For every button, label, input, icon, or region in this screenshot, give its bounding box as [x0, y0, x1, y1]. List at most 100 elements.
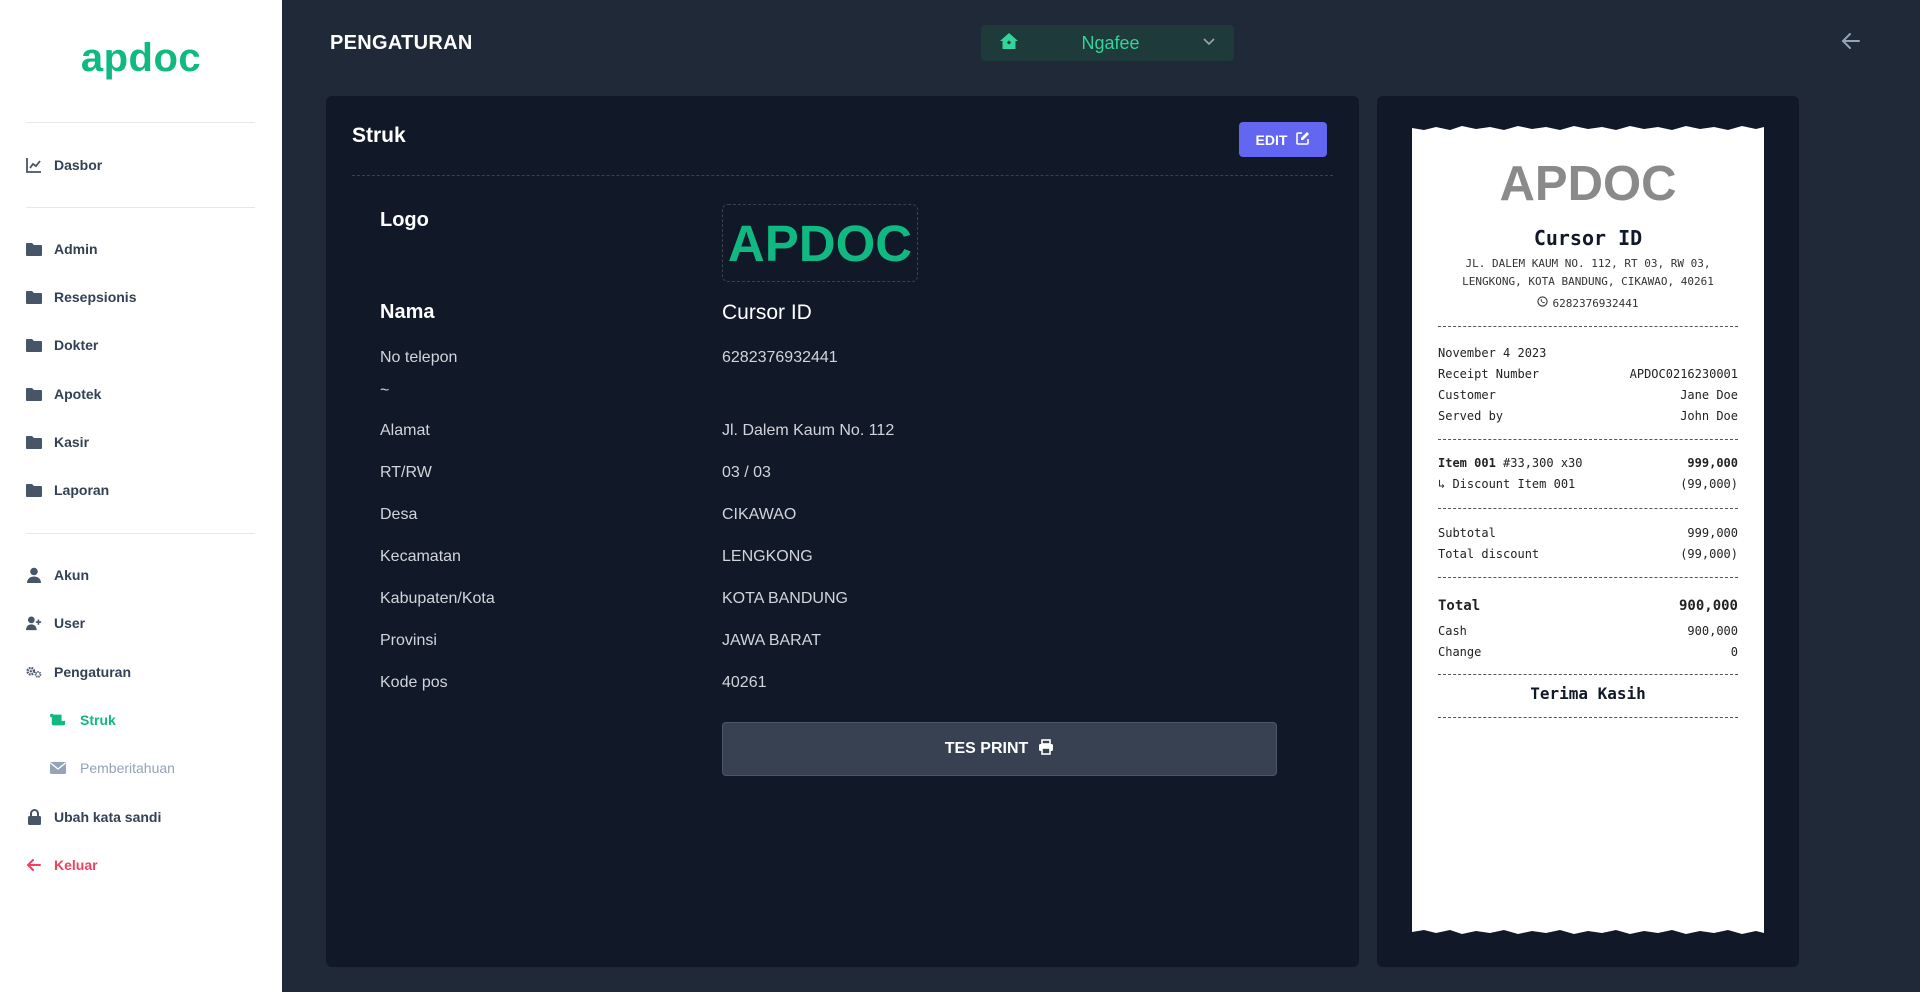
receipt-divider: [1438, 577, 1738, 578]
receipt-value: 900,000: [1678, 598, 1738, 614]
receipt-label: Change: [1438, 645, 1482, 659]
field-label: RT/RW: [380, 464, 432, 481]
receipt-divider: [1438, 439, 1738, 440]
receipt-value: 900,000: [1687, 624, 1738, 638]
receipt-label: Subtotal: [1438, 526, 1496, 540]
receipt-item-amount: 999,000: [1687, 456, 1738, 470]
sidebar: apdoc Dasbor Admin Resepsionis Dokter Ap…: [0, 0, 282, 992]
receipt-label: Served by: [1438, 409, 1504, 423]
field-value: LENGKONG: [722, 548, 813, 565]
receipt-value: John Doe: [1680, 409, 1738, 423]
sidebar-item-admin[interactable]: Admin: [26, 237, 98, 261]
receipt-preview: APDOC Cursor ID JL. DALEM KAUM NO. 112, …: [1412, 126, 1764, 934]
receipt-item-detail: #33,300 x30: [1503, 456, 1583, 470]
field-value: 40261: [722, 674, 767, 691]
sidebar-item-laporan[interactable]: Laporan: [26, 478, 109, 502]
sidebar-item-user[interactable]: User: [26, 611, 85, 635]
whatsapp-icon: [1537, 296, 1549, 310]
field-value: JAWA BARAT: [722, 632, 821, 649]
logo-preview: APDOC: [722, 204, 918, 282]
sidebar-item-label: Pemberitahuan: [80, 760, 175, 776]
receipt-item: Item 001 #33,300 x30: [1438, 456, 1583, 470]
receipt-subtotal-row: Subtotal 999,000: [1438, 526, 1738, 540]
card-divider: [352, 175, 1333, 176]
receipt-value: (99,000): [1680, 477, 1738, 491]
receipt-value: Jane Doe: [1680, 388, 1738, 402]
receipt-value: 0: [1730, 645, 1738, 659]
sidebar-item-label: Kasir: [54, 434, 90, 450]
sidebar-item-label: Ubah kata sandi: [54, 809, 162, 825]
receipt-value: (99,000): [1680, 547, 1738, 561]
envelope-icon: [50, 760, 66, 776]
sidebar-item-struk[interactable]: Struk: [50, 708, 116, 732]
sidebar-item-keluar[interactable]: Keluar: [26, 853, 98, 877]
field-label: Provinsi: [380, 632, 437, 649]
clinic-select[interactable]: Ngafee: [981, 25, 1234, 61]
sidebar-item-pemberitahuan[interactable]: Pemberitahuan: [50, 756, 175, 780]
sidebar-item-label: Laporan: [54, 482, 110, 498]
sidebar-item-dokter[interactable]: Dokter: [26, 333, 98, 357]
arrow-left-icon: [26, 857, 42, 873]
receipt-phone-number: 6282376932441: [1552, 296, 1639, 310]
sidebar-item-label: Keluar: [54, 857, 98, 873]
gears-icon: [26, 664, 42, 680]
sidebar-item-label: Akun: [54, 567, 89, 583]
user-plus-icon: [26, 615, 42, 631]
sidebar-divider: [26, 122, 255, 123]
sidebar-item-label: Struk: [80, 712, 116, 728]
edit-button[interactable]: EDIT: [1239, 122, 1327, 157]
sidebar-item-pengaturan[interactable]: Pengaturan: [26, 660, 131, 684]
receipt-torn-edge: [1412, 126, 1764, 134]
field-label: Alamat: [380, 422, 430, 439]
edit-label: EDIT: [1255, 131, 1288, 148]
receipt-torn-edge: [1412, 926, 1764, 934]
sidebar-item-resepsionis[interactable]: Resepsionis: [26, 285, 136, 309]
field-value: Jl. Dalem Kaum No. 112: [722, 422, 895, 439]
receipt-address-line: JL. DALEM KAUM NO. 112, RT 03, RW 03,: [1465, 257, 1711, 270]
brand-logo[interactable]: apdoc: [0, 36, 282, 81]
receipt-phone: 6282376932441: [1412, 296, 1764, 310]
sidebar-item-ubah-kata-sandi[interactable]: Ubah kata sandi: [26, 805, 161, 829]
receipt-divider: [1438, 508, 1738, 509]
sidebar-item-dasbor[interactable]: Dasbor: [26, 153, 102, 177]
back-arrow-icon[interactable]: [1840, 30, 1866, 56]
user-icon: [26, 567, 42, 583]
folder-icon: [26, 241, 42, 257]
clinic-house-icon: [999, 32, 1019, 55]
receipt-address: JL. DALEM KAUM NO. 112, RT 03, RW 03, LE…: [1452, 255, 1724, 291]
receipt-settings-card: Struk EDIT Logo APDOC Nama Cursor ID No …: [326, 96, 1359, 967]
receipt-date: November 4 2023: [1438, 346, 1547, 360]
receipt-value: APDOC0216230001: [1629, 367, 1738, 381]
receipt-change-row: Change 0: [1438, 645, 1738, 659]
card-title: Struk: [352, 124, 406, 147]
receipt-divider: [1438, 674, 1738, 675]
receipt-divider: [1438, 717, 1738, 718]
field-value: CIKAWAO: [722, 506, 797, 523]
sidebar-item-label: Admin: [54, 241, 98, 257]
receipt-number-row: Receipt Number APDOC0216230001: [1438, 367, 1738, 381]
receipt-scroll-icon: [50, 712, 66, 728]
sidebar-item-apotek[interactable]: Apotek: [26, 382, 101, 406]
sidebar-item-kasir[interactable]: Kasir: [26, 430, 89, 454]
folder-icon: [26, 289, 42, 305]
field-value: KOTA BANDUNG: [722, 590, 848, 607]
sidebar-item-label: Apotek: [54, 386, 102, 402]
field-value: Cursor ID: [722, 301, 812, 324]
sidebar-divider: [26, 207, 255, 208]
test-print-label: TES PRINT: [944, 740, 1029, 757]
field-label: Desa: [380, 506, 418, 523]
receipt-label: Total discount: [1438, 547, 1540, 561]
test-print-button[interactable]: TES PRINT: [722, 722, 1277, 776]
sidebar-item-label: Dokter: [54, 337, 99, 353]
folder-icon: [26, 482, 42, 498]
folder-icon: [26, 434, 42, 450]
receipt-customer-row: Customer Jane Doe: [1438, 388, 1738, 402]
receipt-item-name: Item 001: [1438, 456, 1496, 470]
receipt-total-discount-row: Total discount (99,000): [1438, 547, 1738, 561]
field-label: Kabupaten/Kota: [380, 590, 495, 607]
receipt-date-row: November 4 2023: [1438, 346, 1738, 360]
sidebar-item-akun[interactable]: Akun: [26, 563, 89, 587]
sidebar-item-label: Dasbor: [54, 157, 103, 173]
sidebar-item-label: User: [54, 615, 86, 631]
receipt-logo: APDOC: [1499, 157, 1677, 211]
